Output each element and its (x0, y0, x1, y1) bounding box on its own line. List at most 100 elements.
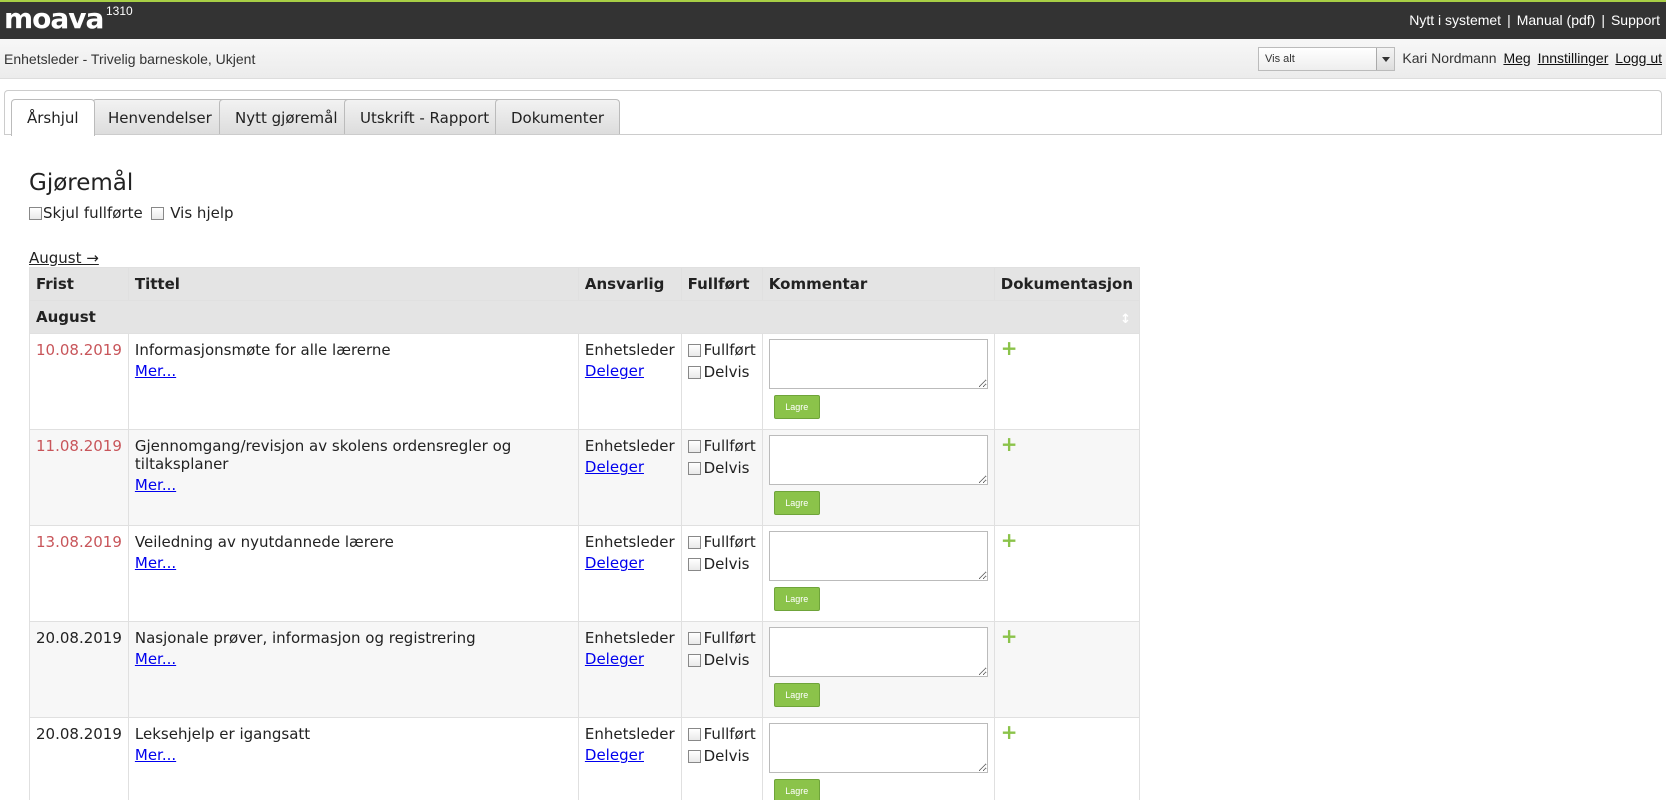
delegate-link[interactable]: Deleger (585, 746, 644, 764)
tab-divider (4, 134, 1662, 135)
more-link[interactable]: Mer... (135, 650, 176, 668)
save-button[interactable]: Lagre (773, 779, 820, 800)
comment-cell: Lagre (761, 717, 995, 800)
title-cell: Informasjonsmøte for alle lærerne Mer... (127, 333, 579, 430)
settings-link[interactable]: Innstillinger (1538, 50, 1609, 66)
partial-checkbox[interactable] (687, 462, 701, 475)
chevron-down-icon[interactable] (1376, 48, 1394, 70)
partial-label: Delvis (703, 747, 750, 765)
tab-dokumenter[interactable]: Dokumenter (495, 99, 621, 135)
title-cell: Leksehjelp er igangsatt Mer... (127, 717, 579, 800)
delegate-link[interactable]: Deleger (585, 554, 644, 572)
partial-checkbox[interactable] (687, 558, 701, 571)
documentation-cell: + (993, 429, 1141, 526)
tab-arshjul[interactable]: Årshjul (11, 99, 95, 136)
responsible-cell: Enhetsleder Deleger (577, 621, 682, 718)
me-link[interactable]: Meg (1503, 50, 1530, 66)
comment-textarea[interactable] (768, 435, 988, 485)
news-link[interactable]: Nytt i systemet (1409, 12, 1501, 28)
partial-checkbox[interactable] (687, 750, 701, 763)
due-date-cell: 20.08.2019 (29, 621, 129, 718)
completed-option[interactable]: Fullført (687, 629, 756, 647)
table-header-row: Frist Tittel Ansvarlig Fullført Kommenta… (29, 267, 1141, 301)
show-help-checkbox[interactable] (151, 207, 165, 220)
add-documentation-plus-icon[interactable]: + (1001, 338, 1018, 358)
task-title: Nasjonale prøver, informasjon og registr… (134, 629, 476, 647)
logout-link[interactable]: Logg ut (1615, 50, 1662, 66)
responsible-cell: Enhetsleder Deleger (577, 429, 682, 526)
partial-option[interactable]: Delvis (687, 555, 756, 573)
title-cell: Gjennomgang/revisjon av skolens ordensre… (127, 429, 579, 526)
add-documentation-plus-icon[interactable]: + (1001, 626, 1018, 646)
documentation-cell: + (993, 621, 1141, 718)
comment-cell: Lagre (761, 429, 995, 526)
hide-completed-checkbox[interactable] (29, 207, 42, 220)
page-title: Gjøremål (29, 170, 134, 196)
partial-label: Delvis (703, 363, 750, 381)
completed-checkbox[interactable] (687, 536, 701, 549)
tab-utskrift-rapport[interactable]: Utskrift - Rapport (344, 99, 506, 135)
table-row: 11.08.2019 Gjennomgang/revisjon av skolen… (29, 429, 1141, 526)
filter-select[interactable]: Vis alt (1258, 47, 1395, 71)
tab-nytt-gjoremal[interactable]: Nytt gjøremål (219, 99, 354, 135)
partial-option[interactable]: Delvis (687, 459, 756, 477)
tasks-table: Frist Tittel Ansvarlig Fullført Kommenta… (28, 267, 1141, 800)
save-button[interactable]: Lagre (773, 395, 820, 419)
comment-textarea[interactable] (768, 627, 988, 677)
comment-textarea[interactable] (768, 531, 988, 581)
month-group-text: August (36, 308, 96, 326)
completed-checkbox[interactable] (687, 728, 701, 741)
comment-textarea[interactable] (768, 339, 988, 389)
completed-cell: Fullført Delvis (680, 525, 763, 622)
top-bar: moava 1310 Nytt i systemet | Manual (pdf) |… (0, 0, 1666, 39)
due-date-cell: 13.08.2019 (29, 525, 129, 622)
partial-checkbox[interactable] (687, 654, 701, 667)
moava-logo[interactable]: moava (4, 5, 104, 33)
completed-cell: Fullført Delvis (680, 429, 763, 526)
table-row: 10.08.2019 Informasjonsmøte for alle lære… (29, 333, 1141, 430)
more-link[interactable]: Mer... (135, 362, 176, 380)
delegate-link[interactable]: Deleger (585, 362, 644, 380)
support-link[interactable]: Support (1611, 12, 1660, 28)
more-link[interactable]: Mer... (135, 746, 176, 764)
manual-link[interactable]: Manual (pdf) (1517, 12, 1596, 28)
task-title: Informasjonsmøte for alle lærerne (134, 341, 391, 359)
sort-icon[interactable]: ↕ (1120, 312, 1131, 327)
next-month-link[interactable]: August → (29, 249, 99, 267)
responsible-cell: Enhetsleder Deleger (577, 525, 682, 622)
responsible-name: Enhetsleder (584, 725, 675, 743)
due-date: 10.08.2019 (36, 341, 122, 359)
add-documentation-plus-icon[interactable]: + (1001, 530, 1018, 550)
completed-checkbox[interactable] (687, 344, 701, 357)
show-help-label: Vis hjelp (170, 204, 234, 222)
save-button[interactable]: Lagre (773, 587, 820, 611)
save-button[interactable]: Lagre (773, 683, 820, 707)
more-link[interactable]: Mer... (135, 554, 176, 572)
table-row: 13.08.2019 Veiledning av nyutdannede lære… (29, 525, 1141, 622)
partial-option[interactable]: Delvis (687, 363, 756, 381)
unit-label: Enhetsleder - Trivelig barneskole, Ukjen… (4, 51, 256, 67)
add-documentation-plus-icon[interactable]: + (1001, 434, 1018, 454)
completed-checkbox[interactable] (687, 632, 701, 645)
completed-option[interactable]: Fullført (687, 533, 756, 551)
comment-textarea[interactable] (768, 723, 988, 773)
completed-option[interactable]: Fullført (687, 725, 756, 743)
column-header-dokumentasjon: Dokumentasjon (993, 267, 1141, 301)
save-button[interactable]: Lagre (773, 491, 820, 515)
delegate-link[interactable]: Deleger (585, 650, 644, 668)
tab-henvendelser[interactable]: Henvendelser (92, 99, 228, 135)
partial-option[interactable]: Delvis (687, 747, 756, 765)
add-documentation-plus-icon[interactable]: + (1001, 722, 1018, 742)
partial-option[interactable]: Delvis (687, 651, 756, 669)
completed-checkbox[interactable] (687, 440, 701, 453)
month-group-label: August ↕ (28, 300, 1141, 334)
column-header-frist: Frist (29, 267, 129, 301)
delegate-link[interactable]: Deleger (585, 458, 644, 476)
documentation-cell: + (993, 525, 1141, 622)
completed-option[interactable]: Fullført (687, 341, 756, 359)
partial-label: Delvis (703, 555, 750, 573)
more-link[interactable]: Mer... (135, 476, 176, 494)
due-date: 11.08.2019 (36, 437, 122, 455)
partial-checkbox[interactable] (687, 366, 701, 379)
completed-option[interactable]: Fullført (687, 437, 756, 455)
